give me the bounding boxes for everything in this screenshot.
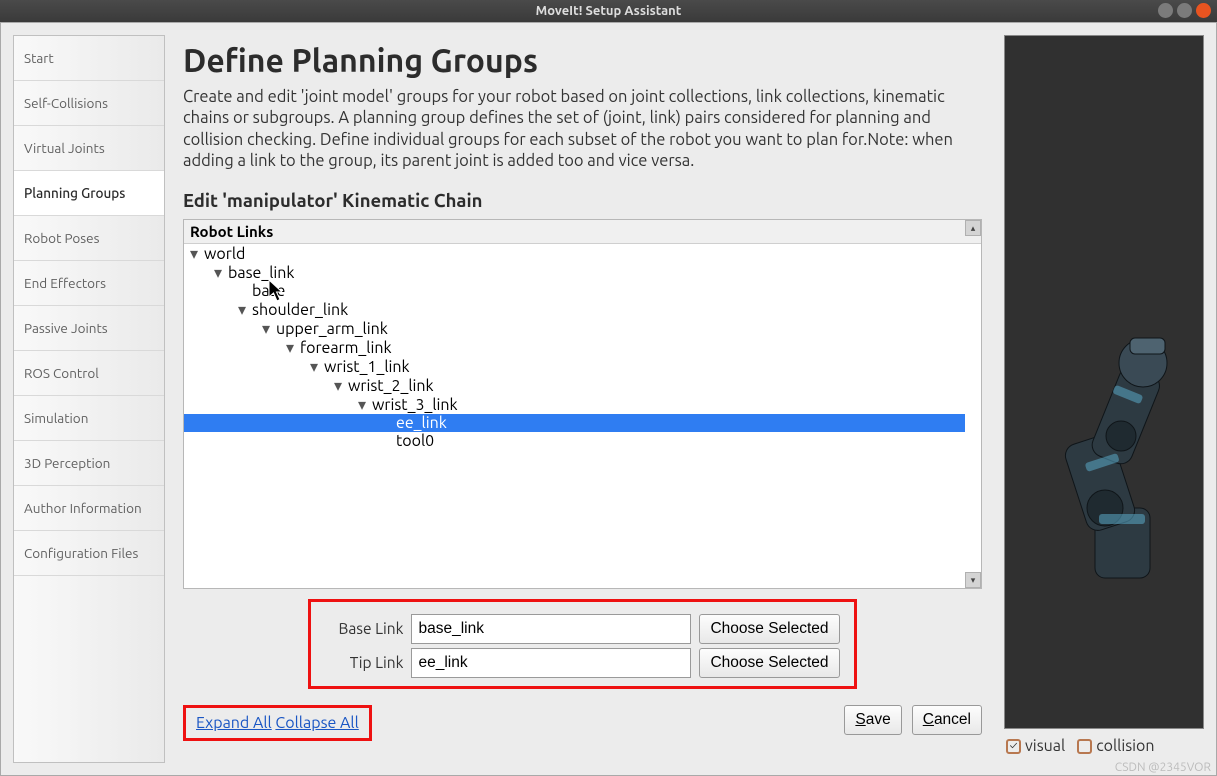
sidebar-item-planning-groups[interactable]: Planning Groups	[14, 171, 164, 216]
sidebar-item-virtual-joints[interactable]: Virtual Joints	[14, 126, 164, 171]
sidebar-item-simulation[interactable]: Simulation	[14, 396, 164, 441]
scroll-down-icon[interactable]: ▾	[965, 572, 981, 588]
app-frame: StartSelf-CollisionsVirtual JointsPlanni…	[0, 22, 1217, 776]
tree-node-tool0[interactable]: tool0	[184, 432, 965, 450]
choose-selected-tip-button[interactable]: Choose Selected	[699, 648, 839, 678]
close-icon[interactable]	[1196, 3, 1211, 18]
tree-node-base-link[interactable]: ▾base_link	[184, 263, 965, 282]
sidebar-nav: StartSelf-CollisionsVirtual JointsPlanni…	[13, 35, 165, 763]
tree-node-world[interactable]: ▾world	[184, 244, 965, 263]
window-title: MoveIt! Setup Assistant	[536, 4, 682, 18]
tree-expand-icon[interactable]: ▾	[310, 357, 324, 376]
page-description: Create and edit 'joint model' groups for…	[183, 87, 982, 173]
tree-node-label: forearm_link	[300, 339, 392, 357]
tree-expand-icon[interactable]: ▾	[262, 319, 276, 338]
window-titlebar: MoveIt! Setup Assistant	[0, 0, 1217, 22]
page-title: Define Planning Groups	[183, 43, 982, 79]
tree-expand-icon[interactable]: ▾	[190, 244, 204, 263]
sidebar-item-self-collisions[interactable]: Self-Collisions	[14, 81, 164, 126]
tree-node-shoulder-link[interactable]: ▾shoulder_link	[184, 300, 965, 319]
scroll-up-icon[interactable]: ▴	[965, 220, 981, 236]
collision-checkbox[interactable]: collision	[1077, 737, 1154, 755]
base-link-label: Base Link	[325, 620, 403, 637]
robot-links-tree: Robot Links ▴ ▾ ▾world▾base_linkbase▾sho…	[183, 219, 982, 589]
sidebar-item-author-information[interactable]: Author Information	[14, 486, 164, 531]
sidebar-item-end-effectors[interactable]: End Effectors	[14, 261, 164, 306]
collision-checkbox-label: collision	[1096, 737, 1154, 755]
tip-link-label: Tip Link	[325, 654, 403, 671]
base-link-input[interactable]	[411, 614, 691, 644]
sidebar-item-3d-perception[interactable]: 3D Perception	[14, 441, 164, 486]
sidebar-item-ros-control[interactable]: ROS Control	[14, 351, 164, 396]
expand-all-link[interactable]: Expand All	[196, 714, 272, 732]
tree-node-forearm-link[interactable]: ▾forearm_link	[184, 338, 965, 357]
watermark: CSDN @2345VOR	[1115, 761, 1211, 774]
tree-expand-icon[interactable]: ▾	[286, 338, 300, 357]
tree-node-label: upper_arm_link	[276, 320, 388, 338]
tree-expand-icon[interactable]: ▾	[214, 263, 228, 282]
tree-node-wrist-2-link[interactable]: ▾wrist_2_link	[184, 376, 965, 395]
sidebar-item-robot-poses[interactable]: Robot Poses	[14, 216, 164, 261]
tree-node-wrist-1-link[interactable]: ▾wrist_1_link	[184, 357, 965, 376]
tree-node-base[interactable]: base	[184, 282, 965, 300]
visual-checkbox-label: visual	[1025, 737, 1065, 755]
tip-link-input[interactable]	[411, 648, 691, 678]
tree-node-label: tool0	[396, 432, 434, 450]
right-panel: ✓ visual collision	[1004, 35, 1204, 763]
tree-node-label: wrist_1_link	[324, 358, 410, 376]
tree-node-ee-link[interactable]: ee_link	[184, 414, 965, 432]
tree-body[interactable]: ▾world▾base_linkbase▾shoulder_link▾upper…	[184, 244, 965, 588]
minimize-icon[interactable]	[1158, 3, 1173, 18]
tree-node-upper-arm-link[interactable]: ▾upper_arm_link	[184, 319, 965, 338]
sidebar-item-configuration-files[interactable]: Configuration Files	[14, 531, 164, 576]
tree-node-label: world	[204, 245, 245, 263]
maximize-icon[interactable]	[1177, 3, 1192, 18]
tree-node-label: base_link	[228, 264, 295, 282]
visual-checkbox[interactable]: ✓ visual	[1006, 737, 1065, 755]
sidebar-item-passive-joints[interactable]: Passive Joints	[14, 306, 164, 351]
tree-node-label: ee_link	[396, 414, 447, 432]
tree-expand-icon[interactable]: ▾	[358, 395, 372, 414]
expand-collapse-highlight: Expand All Collapse All	[183, 705, 372, 741]
tree-expand-icon[interactable]: ▾	[238, 300, 252, 319]
save-button[interactable]: Save	[844, 705, 901, 735]
robot-3d-viewport[interactable]	[1004, 35, 1204, 729]
tree-header[interactable]: Robot Links	[184, 220, 981, 244]
tree-node-label: wrist_3_link	[372, 396, 458, 414]
sidebar-item-start[interactable]: Start	[14, 36, 164, 81]
main-panel: Define Planning Groups Create and edit '…	[165, 23, 1004, 775]
tree-node-wrist-3-link[interactable]: ▾wrist_3_link	[184, 395, 965, 414]
collapse-all-link[interactable]: Collapse All	[275, 714, 358, 732]
tree-node-label: wrist_2_link	[348, 377, 434, 395]
tree-expand-icon[interactable]: ▾	[334, 376, 348, 395]
chain-form-highlight: Base Link Choose Selected Tip Link Choos…	[308, 599, 856, 689]
tree-node-label: shoulder_link	[252, 301, 348, 319]
tree-node-label: base	[252, 282, 285, 300]
choose-selected-base-button[interactable]: Choose Selected	[699, 614, 839, 644]
robot-model-icon	[1035, 308, 1185, 608]
cancel-button[interactable]: Cancel	[912, 705, 982, 735]
section-subtitle: Edit 'manipulator' Kinematic Chain	[183, 191, 982, 211]
